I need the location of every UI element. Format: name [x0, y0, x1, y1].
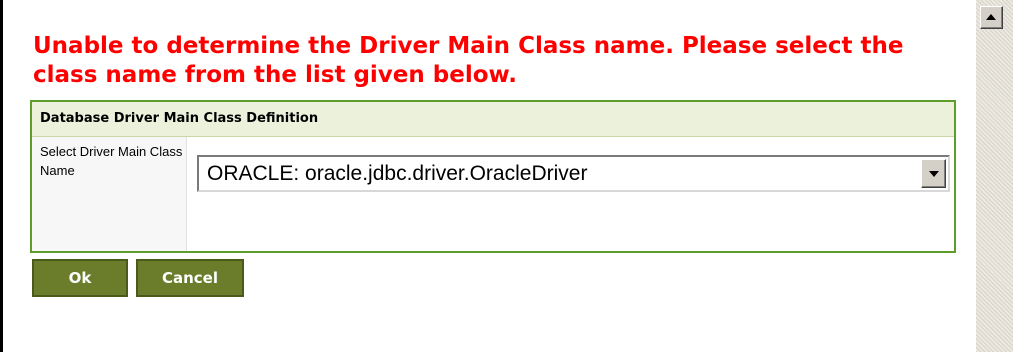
ok-button[interactable]: Ok: [32, 259, 128, 297]
panel-header: Database Driver Main Class Definition: [32, 102, 954, 137]
driver-definition-panel: Database Driver Main Class Definition Se…: [30, 100, 956, 253]
driver-selection-dialog: Unable to determine the Driver Main Clas…: [30, 32, 970, 297]
arrow-up-icon: [986, 14, 996, 20]
chevron-down-icon: [929, 171, 939, 177]
error-message: Unable to determine the Driver Main Clas…: [33, 33, 904, 88]
driver-class-row: Select Driver Main Class Name ORACLE: or…: [32, 137, 954, 251]
window-left-edge: [0, 0, 3, 352]
cancel-button[interactable]: Cancel: [136, 259, 244, 297]
vertical-scrollbar[interactable]: [976, 0, 1013, 352]
driver-class-selected-value: ORACLE: oracle.jdbc.driver.OracleDriver: [207, 162, 588, 185]
driver-class-label: Select Driver Main Class Name: [32, 137, 187, 251]
scroll-up-button[interactable]: [980, 6, 1003, 29]
dropdown-arrow-button[interactable]: [921, 159, 946, 188]
driver-class-select[interactable]: ORACLE: oracle.jdbc.driver.OracleDriver: [197, 155, 950, 192]
